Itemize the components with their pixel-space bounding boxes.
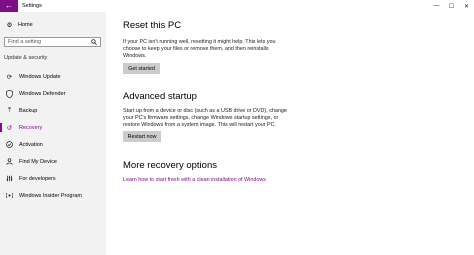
clean-install-link[interactable]: Learn how to start fresh with a clean in… (123, 177, 266, 183)
developer-icon (5, 174, 14, 183)
sidebar-nav: ⟳ Windows Update Windows Defender ⤒ Back… (0, 68, 106, 204)
search-input[interactable] (8, 39, 88, 45)
sidebar-item-label: Find My Device (19, 158, 57, 165)
sidebar-item-label: For developers (19, 175, 56, 182)
back-arrow-icon: ← (5, 1, 13, 10)
reset-heading: Reset this PC (123, 20, 182, 31)
person-icon (5, 157, 14, 166)
close-icon: ✕ (463, 3, 470, 10)
sidebar-item-label: Backup (19, 107, 38, 114)
refresh-icon: ⟳ (6, 73, 13, 81)
sidebar-item-windows-insider-program[interactable]: Windows Insider Program (0, 187, 106, 204)
section-label: Update & security (4, 55, 48, 61)
search-icon[interactable] (90, 38, 97, 47)
backup-icon: ⤒ (8, 106, 11, 114)
window-title: Settings (22, 3, 42, 9)
gear-icon: ⚙ (6, 21, 13, 29)
get-started-button[interactable]: Get started (123, 63, 160, 74)
search-box[interactable] (4, 37, 101, 47)
sidebar-item-windows-defender[interactable]: Windows Defender (0, 85, 106, 102)
recovery-icon: ↺ (6, 124, 13, 132)
back-button[interactable]: ← (0, 0, 18, 12)
title-bar: ← Settings — ☐ ✕ (0, 0, 474, 12)
sidebar-item-label: Windows Defender (19, 90, 66, 97)
sidebar-item-label: Activation (19, 141, 43, 148)
sidebar-item-find-my-device[interactable]: Find My Device (0, 153, 106, 170)
sidebar-item-home[interactable]: ⚙ Home (5, 20, 33, 29)
minimize-icon: — (433, 3, 440, 9)
insider-icon (5, 191, 14, 200)
window-controls: — ☐ ✕ (429, 0, 474, 12)
sidebar-item-label: Home (18, 21, 33, 28)
reset-description: If your PC isn't running well, resetting… (123, 39, 276, 59)
sidebar-item-label: Windows Insider Program (19, 192, 82, 199)
maximize-button[interactable]: ☐ (444, 0, 459, 12)
sidebar-item-for-developers[interactable]: For developers (0, 170, 106, 187)
advanced-startup-heading: Advanced startup (123, 91, 197, 102)
sidebar-item-windows-update[interactable]: ⟳ Windows Update (0, 68, 106, 85)
sidebar-item-recovery[interactable]: ↺ Recovery (0, 119, 106, 136)
close-button[interactable]: ✕ (459, 0, 474, 12)
sidebar-item-label: Windows Update (19, 73, 61, 80)
sidebar: ⚙ Home Update & security ⟳ Windows Updat… (0, 12, 106, 255)
restart-now-button[interactable]: Restart now (123, 131, 161, 142)
advanced-startup-description: Start up from a device or disc (such as … (123, 108, 287, 128)
maximize-icon: ☐ (448, 3, 455, 10)
sidebar-item-label: Recovery (19, 124, 43, 131)
more-recovery-heading: More recovery options (123, 160, 217, 171)
sidebar-item-activation[interactable]: Activation (0, 136, 106, 153)
shield-icon (5, 89, 14, 98)
sidebar-item-backup[interactable]: ⤒ Backup (0, 102, 106, 119)
minimize-button[interactable]: — (429, 0, 444, 12)
check-circle-icon (5, 140, 14, 149)
